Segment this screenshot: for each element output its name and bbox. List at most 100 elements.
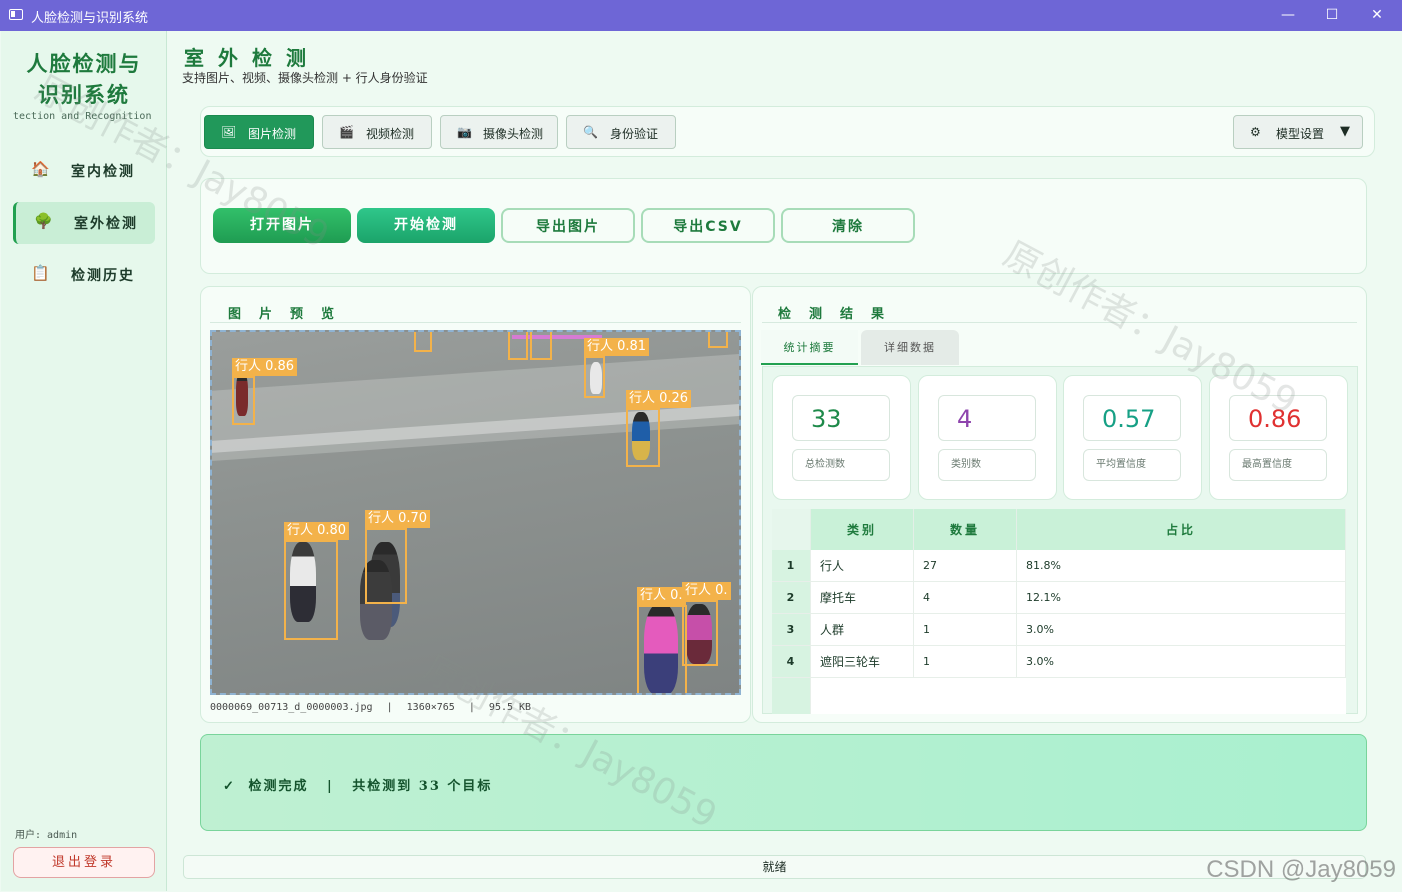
gear-icon: ⚙ bbox=[1250, 125, 1261, 139]
sidebar: 人脸检测与 识别系统 tection and Recognition 🏠 室内检… bbox=[1, 31, 167, 891]
clipboard-icon: 📋 bbox=[31, 264, 50, 282]
cell-percent: 3.0% bbox=[1016, 645, 1346, 678]
file-name: 0000069_00713_d_0000003.jpg bbox=[210, 702, 373, 713]
start-detect-button[interactable]: 开始检测 bbox=[357, 208, 495, 243]
tree-icon: 🌳 bbox=[34, 212, 53, 230]
table-empty-row bbox=[772, 677, 1346, 714]
table-row[interactable]: 2 摩托车 4 12.1% bbox=[772, 581, 1346, 614]
export-csv-button[interactable]: 导出CSV bbox=[641, 208, 775, 243]
cell-count: 4 bbox=[913, 581, 1017, 614]
page-subtitle: 支持图片、视频、摄像头检测 + 行人身份验证 bbox=[182, 71, 428, 85]
csdn-watermark: CSDN @Jay8059 bbox=[1206, 856, 1396, 883]
tab-label: 摄像头检测 bbox=[483, 127, 544, 141]
check-icon: ✓ bbox=[223, 779, 236, 794]
file-info: 0000069_00713_d_0000003.jpg | 1360×765 |… bbox=[210, 702, 531, 713]
row-index: 2 bbox=[772, 581, 811, 614]
row-index: 4 bbox=[772, 645, 811, 678]
cell-class: 遮阳三轮车 bbox=[810, 645, 914, 678]
chevron-down-icon: ▼ bbox=[1340, 124, 1350, 139]
table-row[interactable]: 4 遮阳三轮车 1 3.0% bbox=[772, 645, 1346, 678]
detection-label: 行人 0.80 bbox=[284, 522, 350, 540]
detection-box: 行人 0.70 bbox=[365, 510, 431, 604]
close-button[interactable]: ✕ bbox=[1362, 4, 1392, 26]
stat-caption: 最高置信度 bbox=[1229, 449, 1327, 481]
minimize-button[interactable]: — bbox=[1273, 4, 1303, 26]
stat-value: 4 bbox=[938, 395, 1036, 441]
progress-bar: 就绪 bbox=[183, 855, 1366, 879]
stat-caption: 类别数 bbox=[938, 449, 1036, 481]
sidebar-item-label: 室外检测 bbox=[74, 216, 138, 232]
tab-detail[interactable]: 详细数据 bbox=[861, 330, 959, 365]
cell-count: 27 bbox=[913, 550, 1017, 582]
status-summary: 共检测到 33 个目标 bbox=[352, 779, 493, 794]
window-titlebar: 人脸检测与识别系统 — ☐ ✕ bbox=[0, 0, 1402, 31]
stat-value: 0.57 bbox=[1083, 395, 1181, 441]
file-size: 95.5 KB bbox=[488, 702, 532, 713]
sidebar-item-indoor[interactable]: 🏠 室内检测 bbox=[13, 150, 155, 192]
status-done: 检测完成 bbox=[248, 779, 309, 794]
tab-label: 视频检测 bbox=[366, 127, 415, 141]
sidebar-item-outdoor[interactable]: 🌳 室外检测 bbox=[13, 202, 155, 244]
preview-image: 行人 0.86 行人 0.81 行人 0.26 行人 0.80 行人 0.70 … bbox=[210, 330, 741, 695]
tab-video-detect[interactable]: 🎬 视频检测 bbox=[322, 115, 432, 149]
tab-image-detect[interactable]: 🖼 图片检测 bbox=[204, 115, 314, 149]
home-icon: 🏠 bbox=[31, 160, 50, 178]
column-header[interactable]: 数量 bbox=[913, 509, 1017, 550]
separator: | bbox=[326, 779, 334, 794]
file-resolution: 1360×765 bbox=[406, 702, 455, 713]
column-header[interactable]: 类别 bbox=[810, 509, 914, 550]
tab-camera-detect[interactable]: 📷 摄像头检测 bbox=[440, 115, 558, 149]
clear-button[interactable]: 清除 bbox=[781, 208, 915, 243]
camera-icon: 📷 bbox=[457, 125, 472, 139]
stat-caption: 总检测数 bbox=[792, 449, 890, 481]
detection-box: 行人 0.86 bbox=[232, 358, 298, 425]
table-header-row: 类别 数量 占比 bbox=[772, 509, 1346, 550]
export-image-button[interactable]: 导出图片 bbox=[501, 208, 635, 243]
brand-title-line1: 人脸检测与 bbox=[26, 51, 142, 76]
table-corner bbox=[772, 509, 811, 550]
detection-box bbox=[414, 332, 432, 352]
image-icon: 🖼 bbox=[221, 125, 237, 139]
table-row[interactable]: 1 行人 27 81.8% bbox=[772, 550, 1346, 582]
empty-cell bbox=[810, 677, 1346, 714]
detection-box: 行人 0.80 bbox=[284, 522, 350, 640]
open-image-button[interactable]: 打开图片 bbox=[213, 208, 351, 243]
cell-percent: 12.1% bbox=[1016, 581, 1346, 614]
separator: | bbox=[468, 702, 475, 713]
stat-value: 33 bbox=[792, 395, 890, 441]
sidebar-item-history[interactable]: 📋 检测历史 bbox=[13, 254, 155, 296]
stat-card-avg-conf: 0.57 平均置信度 bbox=[1063, 375, 1202, 500]
tab-label: 身份验证 bbox=[610, 127, 659, 141]
divider bbox=[762, 322, 1357, 323]
model-settings-label: 模型设置 bbox=[1276, 127, 1325, 141]
detection-label: 行人 0.86 bbox=[232, 358, 298, 376]
table-row[interactable]: 3 人群 1 3.0% bbox=[772, 613, 1346, 646]
detection-box bbox=[508, 332, 528, 360]
cell-percent: 81.8% bbox=[1016, 550, 1346, 582]
preview-title: 图片预览 bbox=[228, 307, 353, 322]
row-index-empty bbox=[772, 677, 811, 714]
sidebar-item-label: 检测历史 bbox=[71, 268, 135, 284]
detection-label: 行人 0. bbox=[682, 582, 731, 600]
cell-count: 1 bbox=[913, 645, 1017, 678]
window-title: 人脸检测与识别系统 bbox=[31, 11, 149, 26]
model-settings-dropdown[interactable]: ⚙ 模型设置 ▼ bbox=[1233, 115, 1363, 149]
stat-card-max-conf: 0.86 最高置信度 bbox=[1209, 375, 1348, 500]
maximize-button[interactable]: ☐ bbox=[1317, 4, 1347, 26]
status-banner: ✓ 检测完成 | 共检测到 33 个目标 bbox=[200, 734, 1367, 831]
stat-value: 0.86 bbox=[1229, 395, 1327, 441]
tab-summary[interactable]: 统计摘要 bbox=[761, 330, 858, 365]
cell-percent: 3.0% bbox=[1016, 613, 1346, 646]
cell-class: 行人 bbox=[810, 550, 914, 582]
detection-box: 行人 0.26 bbox=[626, 390, 692, 467]
cell-class: 人群 bbox=[810, 613, 914, 646]
video-icon: 🎬 bbox=[339, 125, 354, 139]
detection-box bbox=[530, 332, 552, 360]
page-title: 室外检测 bbox=[184, 46, 320, 70]
column-header[interactable]: 占比 bbox=[1016, 509, 1346, 550]
brand-title-line2: 识别系统 bbox=[38, 82, 130, 107]
stat-caption: 平均置信度 bbox=[1083, 449, 1181, 481]
search-icon: 🔍 bbox=[583, 125, 598, 139]
tab-identity-verify[interactable]: 🔍 身份验证 bbox=[566, 115, 676, 149]
logout-button[interactable]: 退出登录 bbox=[13, 847, 155, 878]
